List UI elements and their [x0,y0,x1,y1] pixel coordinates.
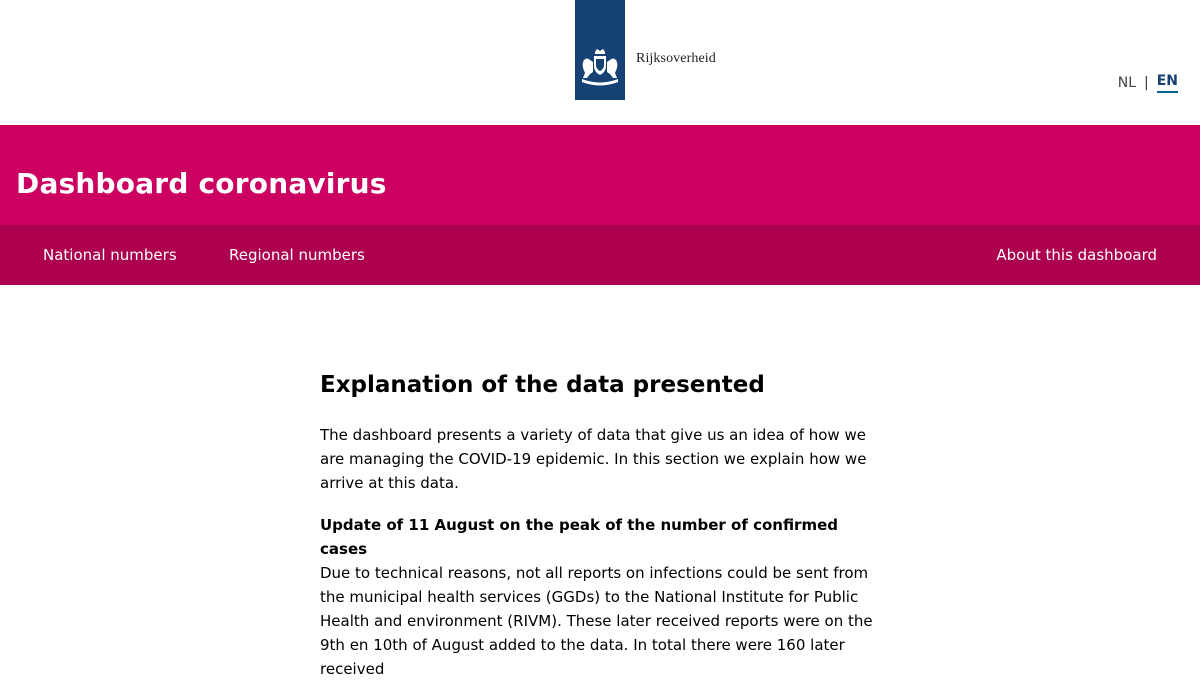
main-content: Explanation of the data presented The da… [320,368,890,681]
nav-item-regional-numbers[interactable]: Regional numbers [229,225,365,285]
update-paragraph: Due to technical reasons, not all report… [320,564,873,678]
lang-nl-link[interactable]: NL [1118,75,1136,91]
site-header: Rijksoverheid NL | EN [0,0,1200,125]
title-banner: Dashboard coronavirus [0,125,1200,225]
lang-en-link[interactable]: EN [1156,73,1178,93]
update-heading: Update of 11 August on the peak of the n… [320,516,838,558]
intro-paragraph: The dashboard presents a variety of data… [320,426,867,492]
government-logo[interactable] [575,0,625,100]
main-navigation: National numbers Regional numbers About … [0,225,1200,285]
language-switcher: NL | EN [1118,73,1178,93]
site-title[interactable]: Dashboard coronavirus [16,125,387,225]
nav-item-about-dashboard[interactable]: About this dashboard [996,225,1157,285]
page-heading: Explanation of the data presented [320,372,765,398]
nav-item-national-numbers[interactable]: National numbers [43,225,177,285]
logo-text: Rijksoverheid [636,51,716,66]
lang-separator: | [1144,75,1149,91]
dutch-coat-of-arms-icon [582,49,618,86]
